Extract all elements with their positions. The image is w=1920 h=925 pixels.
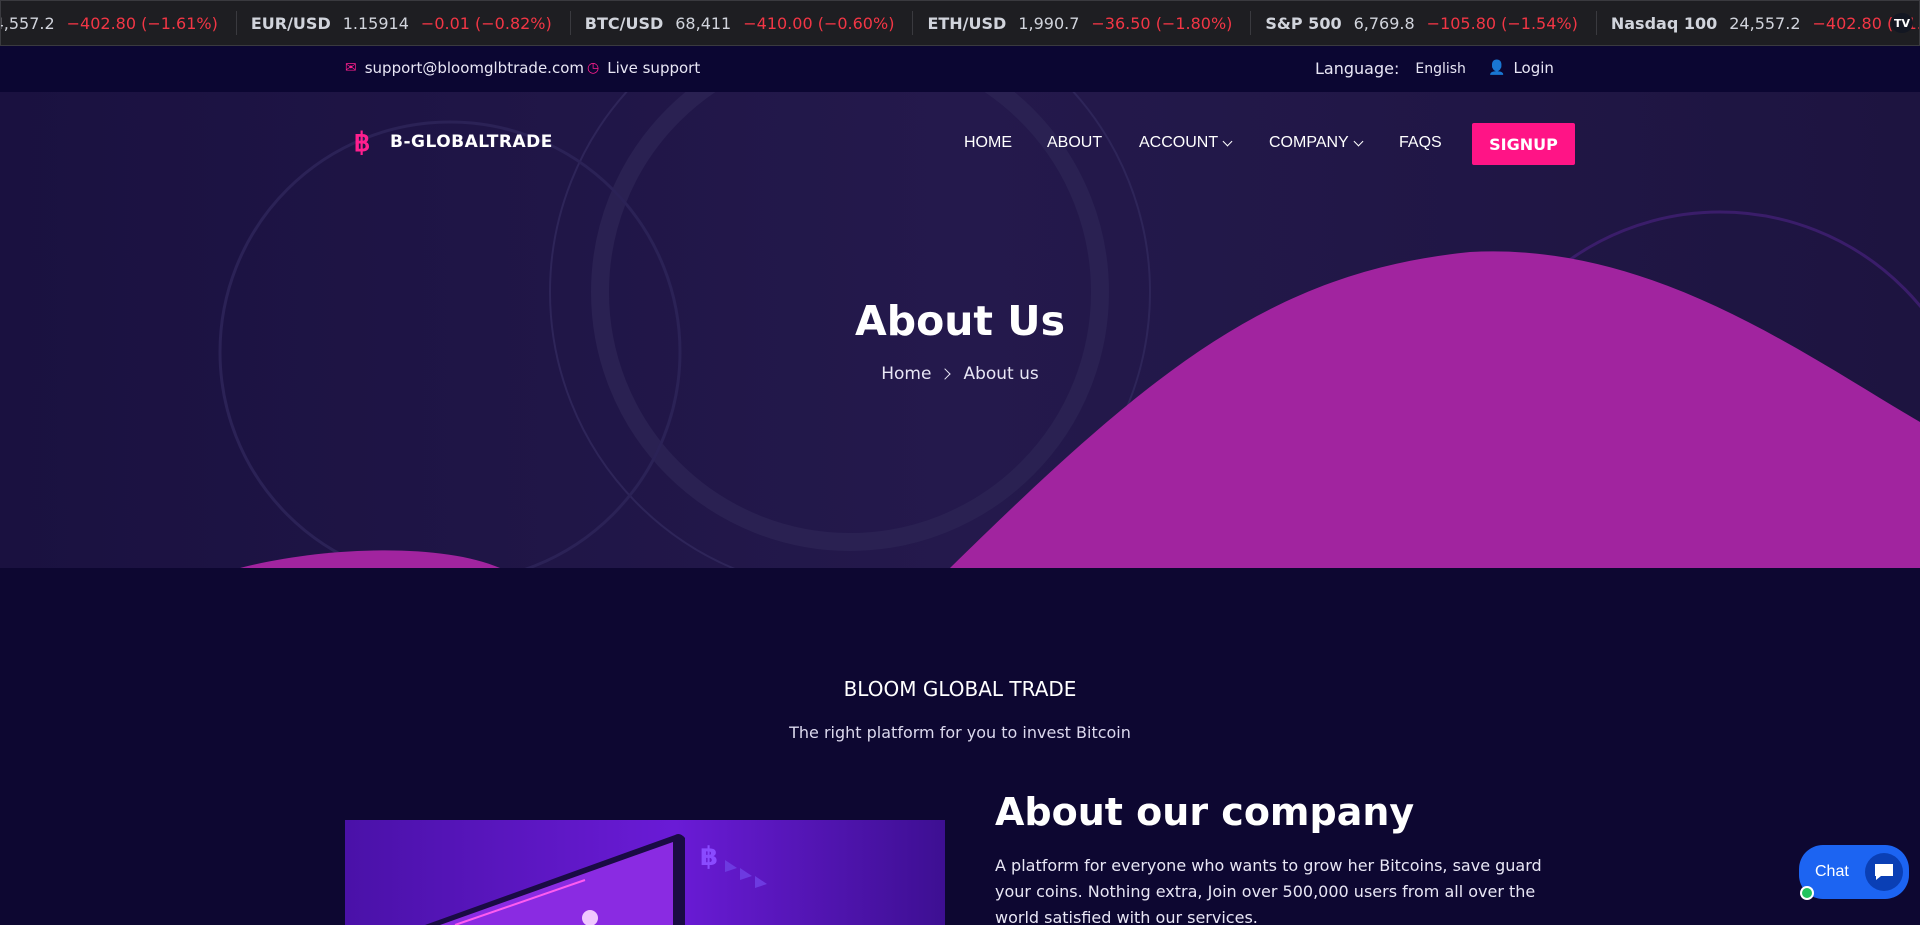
chat-bubble-icon bbox=[1865, 853, 1903, 891]
live-support-link[interactable]: ◷ Live support bbox=[587, 59, 700, 77]
ticker-change: −105.80 (−1.54%) bbox=[1426, 13, 1578, 33]
breadcrumb: Home About us bbox=[0, 364, 1920, 384]
support-email-link[interactable]: ✉ support@bloomglbtrade.com bbox=[345, 59, 584, 77]
brand-name: B-GLOBALTRADE bbox=[390, 132, 553, 152]
nav-account-label: ACCOUNT bbox=[1139, 134, 1219, 151]
envelope-icon: ✉ bbox=[345, 60, 357, 76]
clock-icon: ◷ bbox=[587, 60, 600, 76]
language-picker: Language: English bbox=[1315, 59, 1466, 78]
ticker-item[interactable]: BTC/USD 68,411 −410.00 (−0.60%) bbox=[571, 11, 914, 35]
nav-home[interactable]: HOME bbox=[964, 134, 1012, 152]
ticker-item[interactable]: S&P 500 6,769.8 −105.80 (−1.54%) bbox=[1251, 11, 1597, 35]
ticker-change: −402.80 (−1.61%) bbox=[66, 13, 218, 33]
nav-account[interactable]: ACCOUNT bbox=[1139, 134, 1233, 152]
ticker-item[interactable]: EUR/USD 1.15914 −0.01 (−0.82%) bbox=[237, 11, 571, 35]
about-heading: About our company bbox=[995, 790, 1415, 834]
online-status-dot bbox=[1800, 886, 1814, 900]
language-label: Language: bbox=[1315, 59, 1400, 78]
page-title: About Us bbox=[854, 297, 1065, 345]
about-paragraph: A platform for everyone who wants to gro… bbox=[995, 856, 1542, 925]
chat-widget-button[interactable]: Chat bbox=[1799, 845, 1909, 899]
ticker-change: −410.00 (−0.60%) bbox=[743, 13, 895, 33]
chat-label: Chat bbox=[1815, 863, 1849, 880]
user-icon: 👤 bbox=[1488, 60, 1506, 76]
ticker-symbol: Nasdaq 100 bbox=[1610, 13, 1718, 33]
ticker-symbol: BTC/USD bbox=[584, 13, 664, 33]
login-text: Login bbox=[1513, 59, 1554, 77]
tradingview-logo[interactable]: TV bbox=[1891, 13, 1913, 33]
ticker-item[interactable]: Nasdaq 10024,557.2−402.80 (−1.61%) bbox=[1, 11, 237, 35]
chevron-down-icon bbox=[1353, 136, 1364, 146]
signup-button[interactable]: SIGNUP bbox=[1472, 123, 1575, 165]
live-support-text: Live support bbox=[607, 59, 701, 77]
ticker-item[interactable]: Nasdaq 10024,557.2−402.80 (−1.61%) bbox=[1597, 11, 1919, 35]
section-subtitle: The right platform for you to invest Bit… bbox=[789, 723, 1131, 742]
nav-about[interactable]: ABOUT bbox=[1047, 134, 1102, 152]
ticker-symbol: S&P 500 bbox=[1265, 13, 1342, 33]
language-select[interactable]: English bbox=[1415, 61, 1466, 77]
ticker-change: −0.01 (−0.82%) bbox=[420, 13, 552, 33]
top-bar: ✉ support@bloomglbtrade.com ◷ Live suppo… bbox=[0, 46, 1920, 92]
chevron-down-icon bbox=[1222, 136, 1233, 146]
ticker-price: 1,990.7 bbox=[1018, 13, 1080, 33]
brand-logo[interactable]: ฿ B-GLOBALTRADE bbox=[350, 125, 553, 159]
main-nav: ฿ B-GLOBALTRADE HOME ABOUT ACCOUNT COMPA… bbox=[0, 92, 1920, 192]
bitcoin-icon: ฿ bbox=[353, 126, 371, 157]
ticker-track: Nasdaq 100 24,557.2 −402.80 (−1.61%) EUR/US… bbox=[1, 1, 1919, 45]
chevron-right-icon bbox=[939, 368, 952, 380]
about-illustration: ฿ bbox=[345, 820, 945, 925]
laptop-illustration: ฿ bbox=[425, 834, 767, 925]
ticker-change: −36.50 (−1.80%) bbox=[1091, 13, 1233, 33]
breadcrumb-current: About us bbox=[963, 364, 1039, 384]
market-ticker: Nasdaq 100 24,557.2 −402.80 (−1.61%) EUR/US… bbox=[0, 0, 1920, 46]
support-email-text: support@bloomglbtrade.com bbox=[364, 59, 584, 77]
ticker-price: 24,557.2 bbox=[1729, 13, 1801, 33]
nav-faqs[interactable]: FAQS bbox=[1399, 134, 1442, 152]
ticker-price: 6,769.8 bbox=[1353, 13, 1415, 33]
ticker-symbol: ETH/USD bbox=[927, 13, 1007, 33]
svg-text:฿: ฿ bbox=[700, 842, 718, 872]
ticker-price: 24,557.2 bbox=[1, 13, 55, 33]
nav-company-label: COMPANY bbox=[1269, 134, 1349, 151]
ticker-price: 68,411 bbox=[675, 13, 732, 33]
section-kicker: BLOOM GLOBAL TRADE bbox=[843, 677, 1077, 701]
ticker-symbol: EUR/USD bbox=[250, 13, 331, 33]
ticker-item[interactable]: ETH/USD 1,990.7 −36.50 (−1.80%) bbox=[913, 11, 1252, 35]
breadcrumb-home[interactable]: Home bbox=[881, 364, 931, 384]
login-link[interactable]: 👤 Login bbox=[1488, 59, 1554, 77]
nav-company[interactable]: COMPANY bbox=[1269, 134, 1364, 152]
hero-banner: ฿ B-GLOBALTRADE HOME ABOUT ACCOUNT COMPA… bbox=[0, 92, 1920, 568]
ticker-price: 1.15914 bbox=[342, 13, 409, 33]
